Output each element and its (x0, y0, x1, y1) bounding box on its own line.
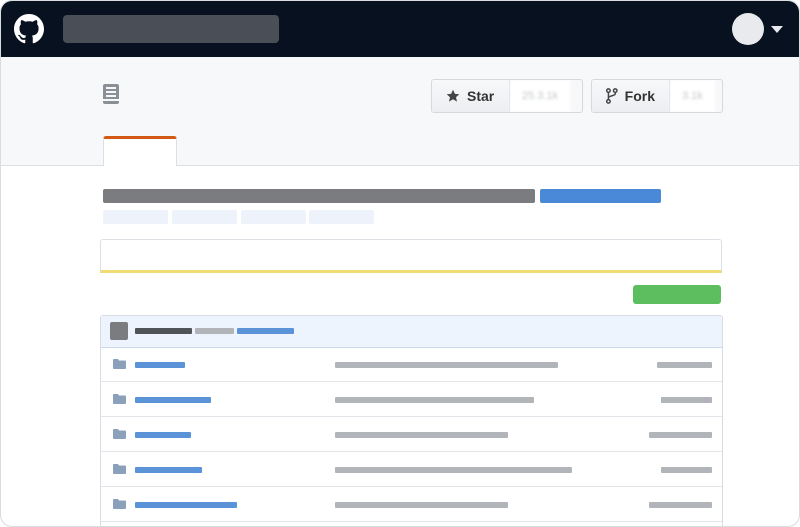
folder-icon (113, 499, 126, 509)
fork-icon (606, 88, 618, 104)
latest-commit-row (101, 316, 722, 348)
file-commit-message[interactable] (335, 467, 572, 473)
table-row[interactable] (101, 417, 722, 452)
star-count[interactable]: 25.3.1k (510, 80, 570, 112)
fork-button[interactable]: Fork (592, 80, 670, 112)
star-button[interactable]: Star (432, 80, 510, 112)
browser-frame: Star 25.3.1k Fork 3.1k (0, 0, 800, 527)
commit-sha-link[interactable] (237, 328, 294, 334)
fork-count[interactable]: 3.1k (670, 80, 715, 112)
file-commit-message[interactable] (335, 362, 558, 368)
file-age (649, 502, 712, 508)
repo-summary-bar (100, 239, 722, 273)
star-icon (446, 89, 460, 103)
file-name-link[interactable] (135, 432, 191, 438)
folder-icon (113, 429, 126, 439)
commit-message (195, 328, 234, 334)
file-commit-message[interactable] (335, 432, 508, 438)
folder-icon (113, 359, 126, 369)
file-age (661, 397, 712, 403)
topic-tag[interactable] (309, 210, 374, 224)
commit-author-avatar[interactable] (110, 322, 128, 340)
topic-tag[interactable] (241, 210, 306, 224)
file-commit-message[interactable] (335, 502, 508, 508)
caret-down-icon[interactable] (771, 26, 783, 33)
file-name-link[interactable] (135, 502, 237, 508)
file-name-link[interactable] (135, 362, 185, 368)
file-age (649, 432, 712, 438)
commit-author[interactable] (135, 328, 192, 334)
search-input[interactable] (63, 15, 279, 43)
tab-code[interactable] (103, 136, 177, 166)
file-age (661, 467, 712, 473)
github-mark-icon[interactable] (14, 14, 44, 44)
repo-header: Star 25.3.1k Fork 3.1k (1, 57, 800, 166)
table-row[interactable] (101, 347, 722, 382)
table-row[interactable] (101, 452, 722, 487)
table-row[interactable] (101, 382, 722, 417)
topic-tag[interactable] (172, 210, 237, 224)
file-name-link[interactable] (135, 397, 211, 403)
file-name-link[interactable] (135, 467, 202, 473)
book-icon (102, 84, 120, 104)
repo-description (103, 189, 535, 203)
file-table (100, 315, 723, 527)
file-commit-message[interactable] (335, 397, 534, 403)
repo-homepage-link[interactable] (540, 189, 661, 203)
star-label: Star (467, 88, 494, 104)
clone-download-button[interactable] (633, 285, 721, 304)
user-avatar[interactable] (732, 13, 764, 45)
folder-icon (113, 464, 126, 474)
fork-label: Fork (625, 88, 655, 104)
file-age (657, 362, 712, 368)
folder-icon (113, 394, 126, 404)
table-row[interactable] (101, 487, 722, 522)
top-header (1, 1, 800, 57)
star-button-group: Star 25.3.1k (431, 79, 583, 113)
topic-tag[interactable] (103, 210, 168, 224)
fork-button-group: Fork 3.1k (591, 79, 723, 113)
